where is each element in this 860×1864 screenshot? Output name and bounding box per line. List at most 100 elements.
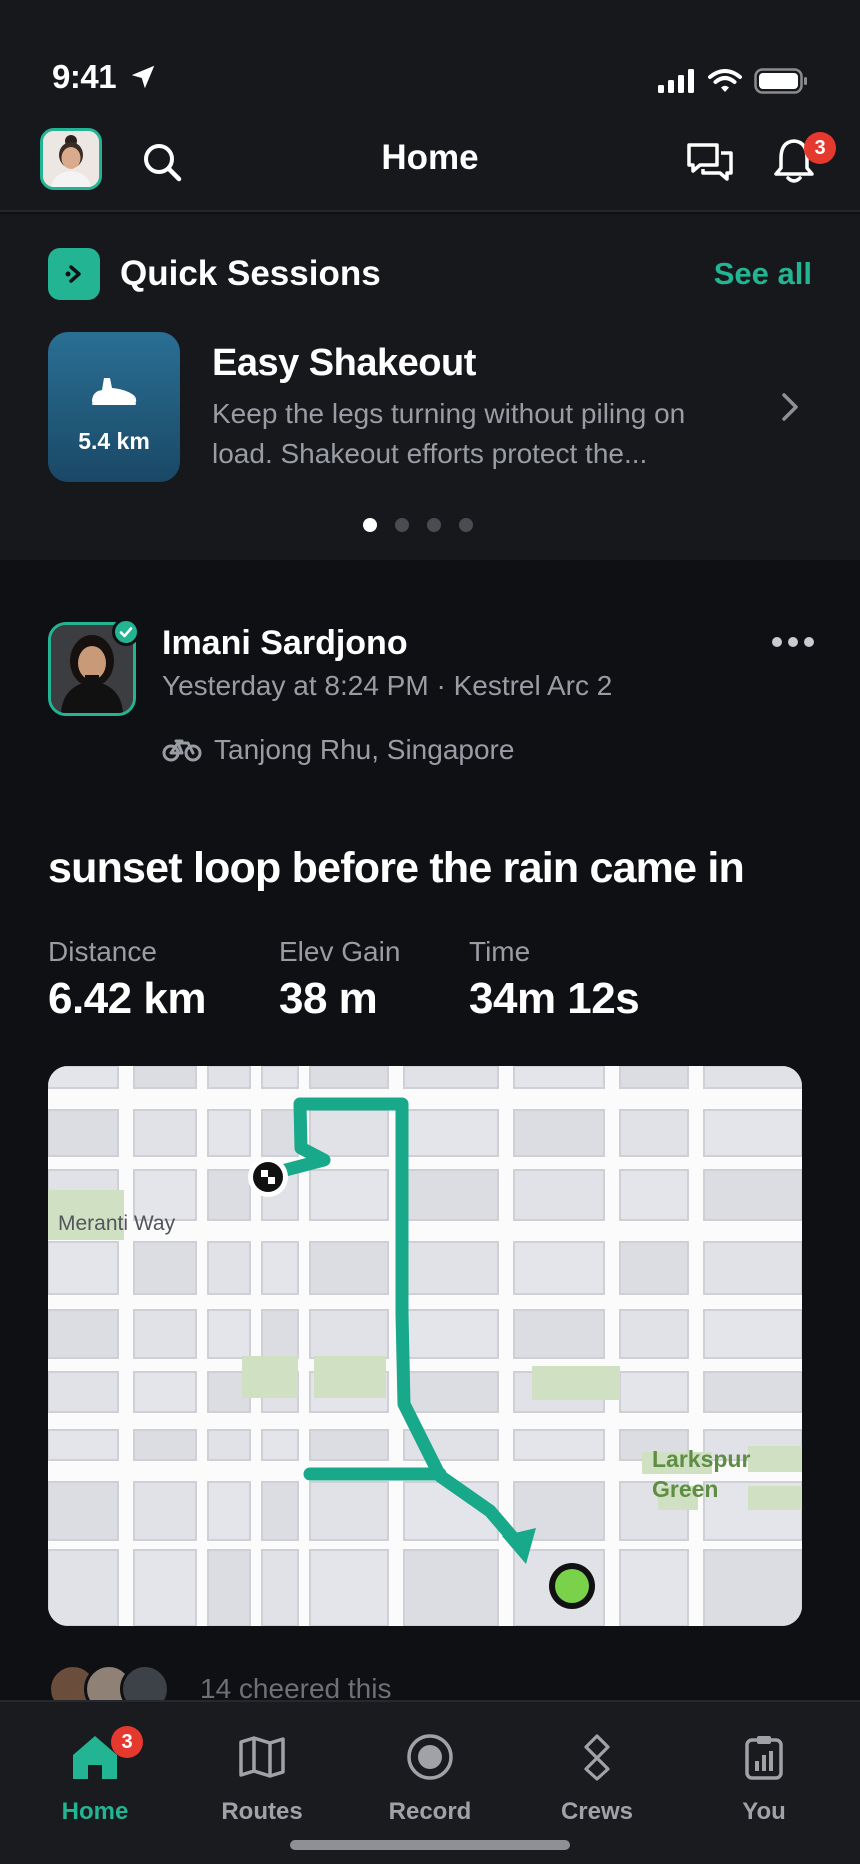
session-title: Easy Shakeout: [212, 342, 476, 384]
session-thumbnail: 5.4 km: [48, 332, 180, 482]
stat-value: 34m 12s: [469, 974, 640, 1023]
map-block: [513, 1169, 605, 1221]
verified-badge-icon: [112, 618, 140, 646]
tab-label: Home: [61, 1798, 129, 1825]
map-block: [403, 1549, 499, 1626]
status-indicators: [658, 68, 808, 94]
pagination-dot[interactable]: [363, 518, 377, 532]
map-block: [309, 1309, 389, 1359]
map-block: [133, 1066, 197, 1089]
quick-sessions-section: Quick Sessions See all 5.4 km Easy Shake…: [0, 214, 860, 560]
carousel-pagination[interactable]: [0, 518, 848, 532]
map-block: [261, 1066, 299, 1089]
pagination-dot[interactable]: [427, 518, 441, 532]
status-time: 9:41: [52, 58, 117, 95]
map-block: [513, 1109, 605, 1157]
map-block: [133, 1549, 197, 1626]
notification-badge: 3: [804, 132, 836, 164]
quick-sessions-icon: [48, 248, 100, 300]
session-description: Keep the legs turning without piling on …: [212, 398, 686, 469]
location-arrow-icon: [131, 65, 155, 89]
map-block: [403, 1241, 499, 1295]
crews-icon: [584, 1734, 610, 1781]
messages-icon[interactable]: [686, 140, 734, 184]
route-map[interactable]: Meranti Way Larkspur Green: [48, 1066, 802, 1626]
map-block: [207, 1169, 251, 1221]
finish-marker-icon: [549, 1563, 595, 1609]
map-icon: [239, 1736, 285, 1778]
map-block: [309, 1169, 389, 1221]
map-block: [703, 1066, 802, 1089]
more-options-icon[interactable]: [772, 632, 814, 652]
battery-icon: [754, 68, 807, 94]
map-block: [403, 1309, 499, 1359]
stat-label: Distance: [48, 936, 157, 967]
home-indicator[interactable]: [290, 1840, 570, 1850]
activity-post: Imani Sardjono Yesterday at 8:24 PM · Ke…: [0, 562, 860, 1714]
map-blocks: [48, 1066, 802, 1626]
map-block: [133, 1371, 197, 1413]
stat-label: Time: [469, 936, 531, 967]
map-block: [703, 1169, 802, 1221]
pagination-dot[interactable]: [395, 518, 409, 532]
pagination-dot[interactable]: [459, 518, 473, 532]
map-street-label: Meranti Way: [58, 1212, 176, 1235]
map-block: [619, 1066, 689, 1089]
start-marker-icon: [248, 1157, 288, 1197]
map-block: [207, 1549, 251, 1626]
tab-you[interactable]: You: [694, 1730, 834, 1826]
post-meta: Yesterday at 8:24 PM · Kestrel Arc 2: [162, 670, 613, 701]
map-block: [309, 1241, 389, 1295]
map-block: [207, 1109, 251, 1157]
top-navigation: Home 3: [0, 110, 860, 212]
author-name[interactable]: Imani Sardjono: [162, 624, 408, 663]
tab-record[interactable]: Record: [360, 1730, 500, 1826]
tab-label: Routes: [221, 1798, 303, 1825]
map-block: [309, 1481, 389, 1541]
map-block: [261, 1241, 299, 1295]
map-block: [48, 1066, 119, 1089]
map-block: [133, 1481, 197, 1541]
post-title[interactable]: sunset loop before the rain came in: [48, 844, 745, 893]
map-block: [403, 1066, 499, 1089]
map-block: [619, 1241, 689, 1295]
map-block: [513, 1429, 605, 1461]
tab-crews[interactable]: Crews: [527, 1730, 667, 1826]
map-block: [48, 1481, 119, 1541]
home-badge: 3: [111, 1726, 143, 1758]
post-location: Tanjong Rhu, Singapore: [214, 734, 515, 765]
stat-elevation: Elev Gain 38 m: [279, 936, 400, 1024]
map-graphic: [48, 1066, 802, 1626]
shoe-icon: [92, 378, 137, 405]
avatar-portrait-icon: [43, 131, 99, 187]
stat-value: 6.42 km: [48, 974, 206, 1023]
tab-routes[interactable]: Routes: [192, 1730, 332, 1826]
map-block: [133, 1429, 197, 1461]
notifications-button[interactable]: 3: [772, 132, 836, 186]
map-block: [403, 1169, 499, 1221]
map-block: [703, 1241, 802, 1295]
quick-sessions-title: Quick Sessions: [120, 254, 381, 293]
map-block: [309, 1549, 389, 1626]
search-icon[interactable]: [140, 140, 184, 184]
map-block: [703, 1109, 802, 1157]
map-block: [703, 1549, 802, 1626]
map-block: [207, 1241, 251, 1295]
map-block: [207, 1429, 251, 1461]
tab-home[interactable]: 3 Home: [25, 1726, 165, 1826]
stat-label: Elev Gain: [279, 936, 401, 967]
see-all-link[interactable]: See all: [714, 256, 812, 292]
map-block: [48, 1549, 119, 1626]
map-block: [619, 1169, 689, 1221]
map-block: [309, 1109, 389, 1157]
stat-time: Time 34m 12s: [469, 936, 640, 1024]
session-card[interactable]: 5.4 km Easy Shakeout Keep the legs turni…: [48, 332, 814, 482]
wifi-icon: [708, 69, 742, 92]
my-avatar[interactable]: [40, 128, 102, 190]
map-block: [261, 1481, 299, 1541]
chevron-right-icon: [782, 393, 798, 421]
map-block: [207, 1309, 251, 1359]
map-block: [703, 1371, 802, 1413]
map-block: [48, 1241, 119, 1295]
map-block: [261, 1309, 299, 1359]
